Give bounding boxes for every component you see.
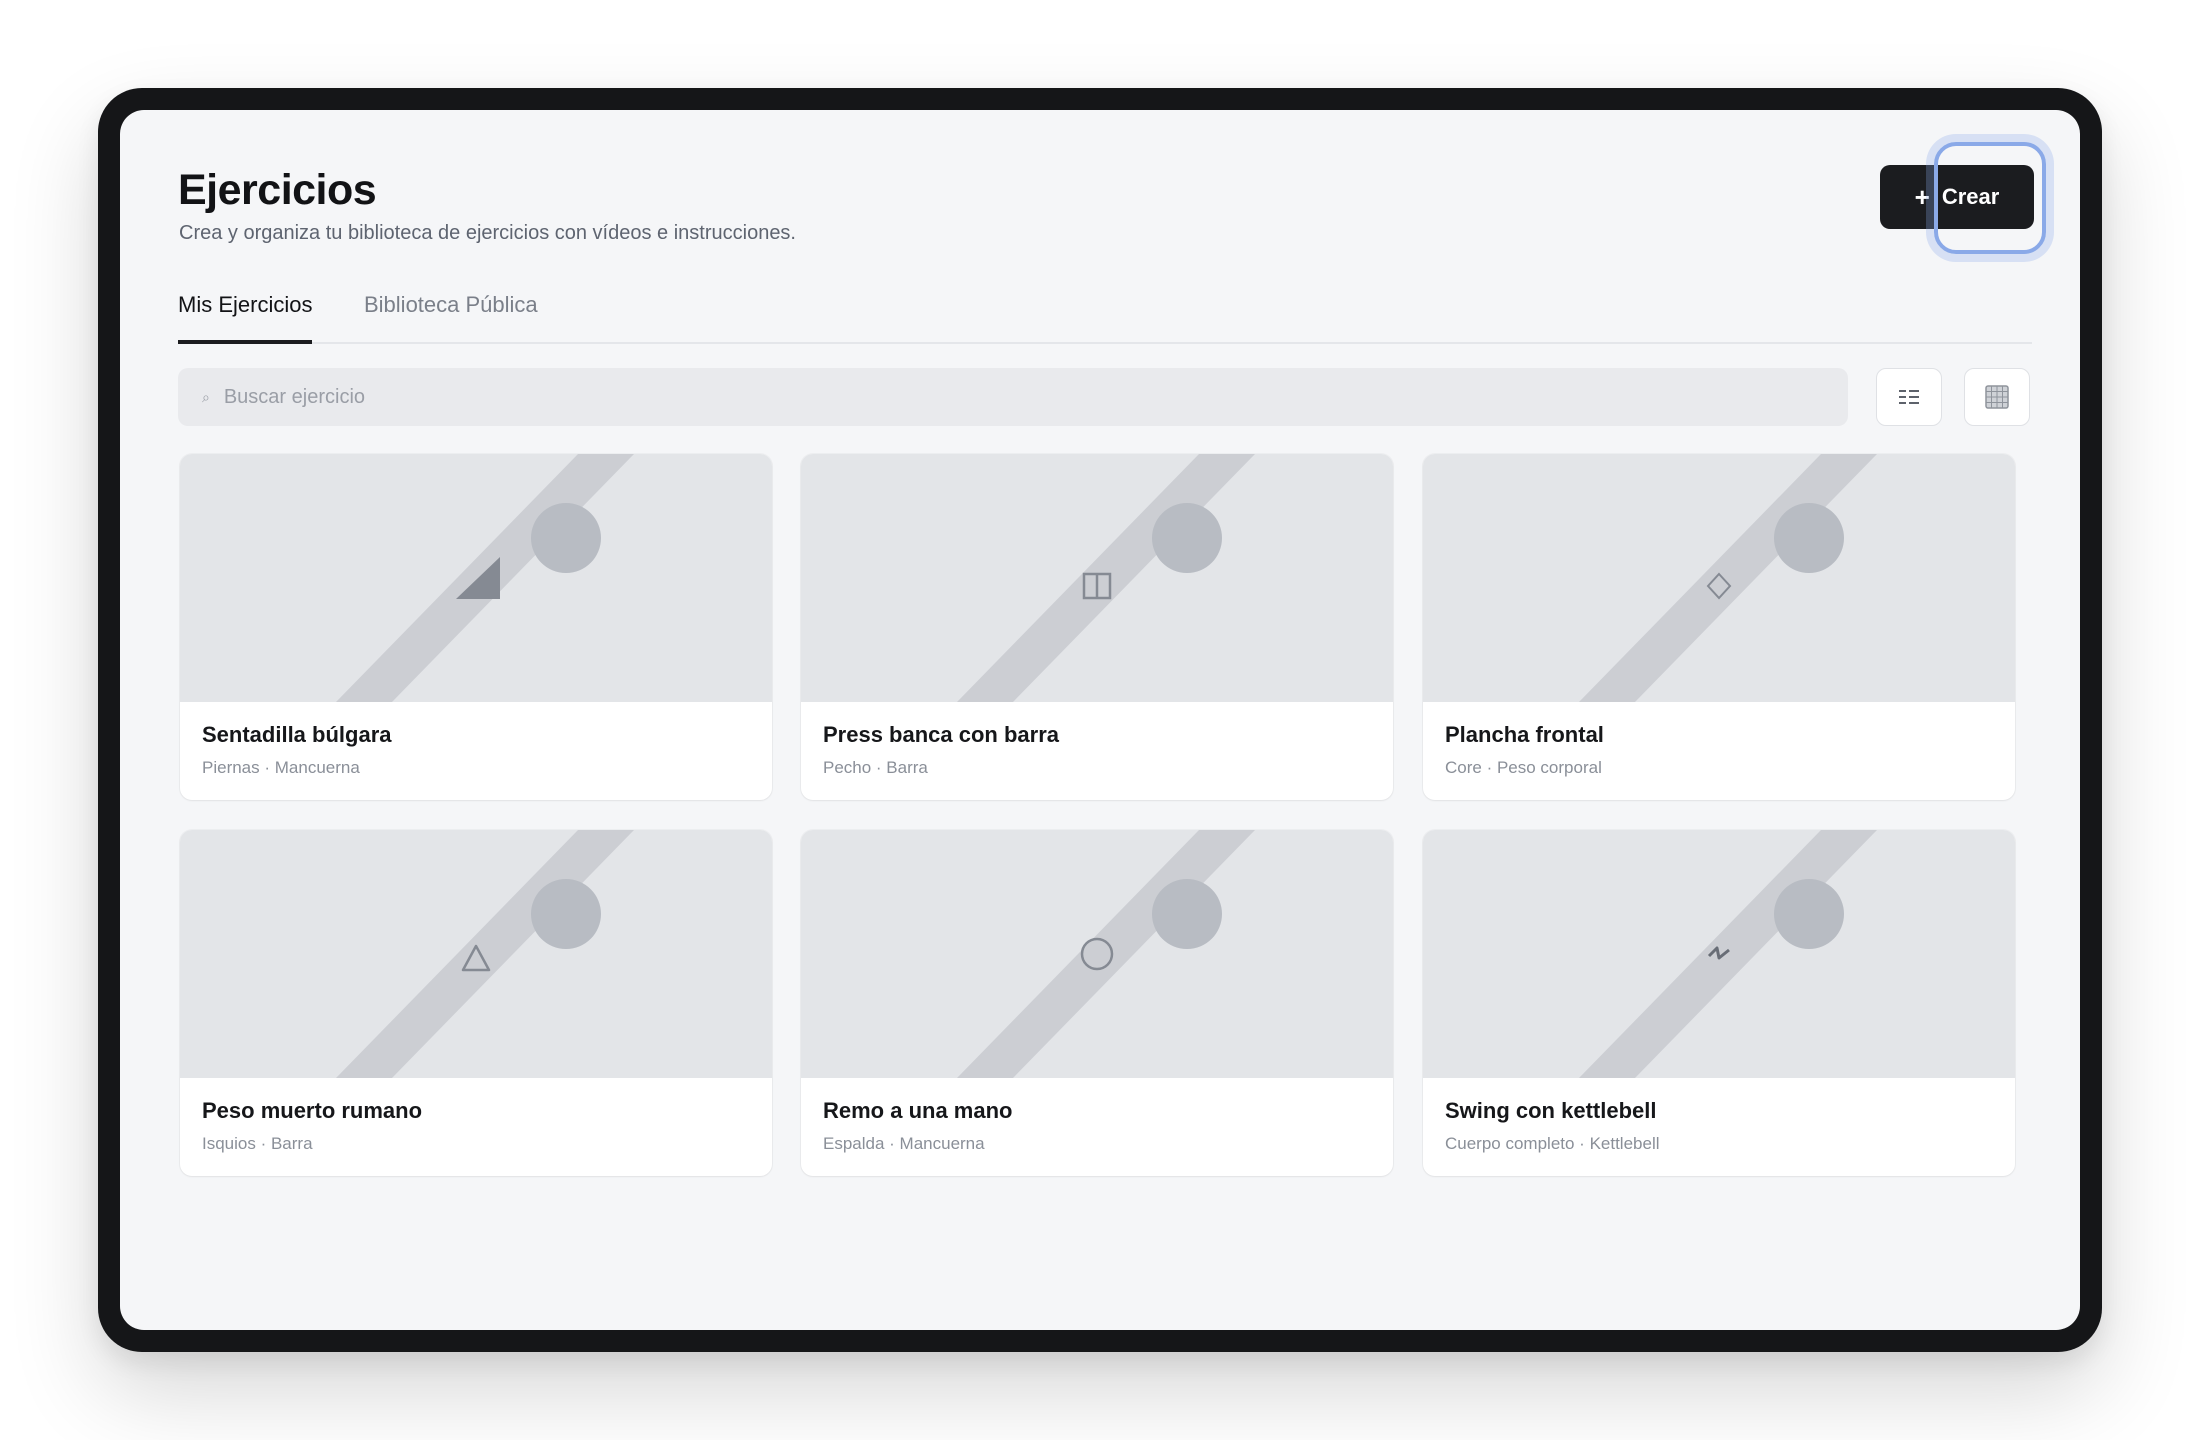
exercise-meta: Cuerpo completo · Kettlebell [1445, 1134, 1660, 1153]
exercise-thumbnail [1423, 454, 2015, 702]
page-title: Ejercicios [178, 166, 377, 214]
tab-biblioteca-publica[interactable]: Biblioteca Pública [364, 282, 538, 340]
exercise-meta: Core · Peso corporal [1445, 758, 1602, 777]
exercise-name: Plancha frontal [1445, 722, 1604, 747]
exercise-card[interactable]: Remo a una mano Espalda · Mancuerna [801, 830, 1393, 1176]
exercise-name: Peso muerto rumano [202, 1098, 423, 1123]
exercise-card[interactable]: Swing con kettlebell Cuerpo completo · K… [1423, 830, 2015, 1176]
exercise-thumbnail [180, 454, 772, 702]
tab-bar: Mis Ejercicios Biblioteca Pública [178, 282, 2032, 344]
exercise-name: Remo a una mano [823, 1098, 1013, 1123]
exercise-meta: Espalda · Mancuerna [823, 1134, 985, 1153]
search-bar: ⌕ [178, 368, 1848, 426]
create-button-label: Crear [1941, 184, 2000, 209]
exercise-thumbnail [801, 454, 1393, 702]
grid-view-button[interactable] [1964, 368, 2030, 426]
search-input[interactable] [221, 384, 1848, 410]
create-button[interactable]: + Crear [1880, 165, 2034, 229]
exercise-meta: Pecho · Barra [823, 758, 928, 777]
app-screen: Ejercicios Crea y organiza tu biblioteca… [120, 110, 2080, 1330]
exercise-thumbnail [1423, 830, 2015, 1078]
plus-icon: + [1914, 182, 1930, 212]
exercise-thumbnail [801, 830, 1393, 1078]
exercise-card[interactable]: Plancha frontal Core · Peso corporal [1423, 454, 2015, 800]
list-view-button[interactable] [1876, 368, 1942, 426]
exercise-thumbnail [180, 830, 772, 1078]
search-icon: ⌕ [202, 388, 210, 405]
exercise-name: Sentadilla búlgara [202, 722, 392, 747]
list-icon [1899, 390, 1919, 404]
device-frame: Ejercicios Crea y organiza tu biblioteca… [98, 88, 2102, 1352]
exercise-card[interactable]: Press banca con barra Pecho · Barra [801, 454, 1393, 800]
exercise-card[interactable]: Sentadilla búlgara Piernas · Mancuerna [180, 454, 772, 800]
grid-icon [1985, 385, 2009, 409]
exercise-meta: Isquios · Barra [202, 1134, 313, 1153]
exercise-meta: Piernas · Mancuerna [202, 758, 360, 777]
exercise-name: Press banca con barra [823, 722, 1060, 747]
exercise-card[interactable]: Peso muerto rumano Isquios · Barra [180, 830, 772, 1176]
tab-mis-ejercicios[interactable]: Mis Ejercicios [178, 282, 313, 344]
page-subtitle: Crea y organiza tu biblioteca de ejercic… [179, 222, 796, 244]
exercise-name: Swing con kettlebell [1445, 1098, 1657, 1123]
